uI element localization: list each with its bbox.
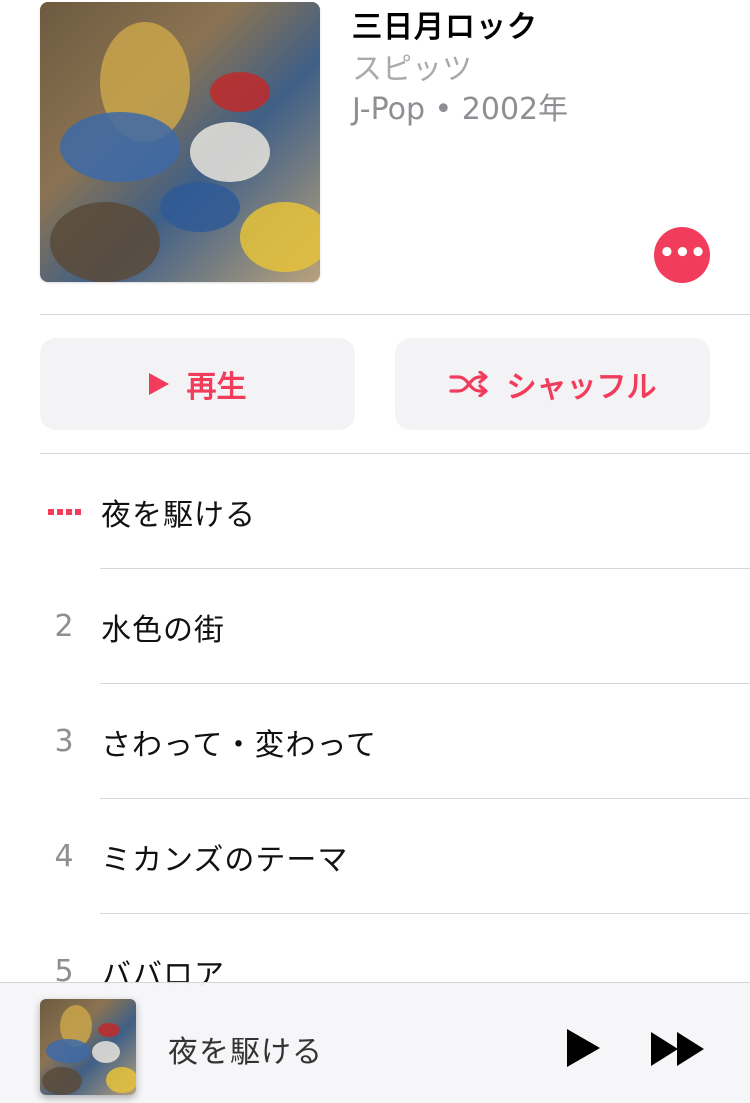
ellipsis-icon: •••	[658, 238, 707, 268]
track-row[interactable]: 4 ミカンズのテーマ	[0, 799, 750, 914]
track-row[interactable]: 2 水色の街	[0, 569, 750, 684]
album-artist[interactable]: スピッツ	[352, 44, 472, 88]
album-page: 三日月ロック スピッツ J-Pop • 2002年 ••• 再生 シャッフル 夜…	[0, 0, 750, 1103]
mini-player-artwork	[40, 999, 136, 1095]
mini-player-title: 夜を駆ける	[168, 1035, 323, 1070]
album-artwork	[40, 2, 320, 282]
track-title: ミカンズのテーマ	[101, 842, 349, 878]
track-row[interactable]: 夜を駆ける	[0, 454, 750, 569]
track-title: 夜を駆ける	[101, 497, 256, 533]
track-number: 2	[54, 609, 74, 644]
fast-forward-icon[interactable]	[651, 1032, 707, 1066]
track-title: さわって・変わって	[101, 727, 377, 763]
track-number: 3	[54, 724, 74, 759]
now-playing-bars-icon	[47, 508, 81, 515]
track-row[interactable]: 3 さわって・変わって	[0, 684, 750, 799]
divider	[40, 314, 750, 315]
shuffle-button[interactable]: シャッフル	[395, 338, 710, 430]
album-genre-year: J-Pop • 2002年	[352, 92, 569, 127]
shuffle-icon	[448, 371, 488, 397]
play-icon	[148, 373, 169, 395]
album-title: 三日月ロック	[352, 10, 538, 45]
mini-player[interactable]: 夜を駆ける	[0, 982, 750, 1103]
now-playing-indicator	[40, 454, 88, 569]
track-number: 4	[54, 839, 74, 874]
more-options-button[interactable]: •••	[654, 227, 710, 283]
play-button[interactable]: 再生	[40, 338, 355, 430]
play-icon[interactable]	[567, 1029, 600, 1067]
shuffle-label: シャッフル	[506, 370, 657, 405]
play-label: 再生	[186, 370, 247, 405]
track-title: 水色の街	[101, 612, 225, 648]
